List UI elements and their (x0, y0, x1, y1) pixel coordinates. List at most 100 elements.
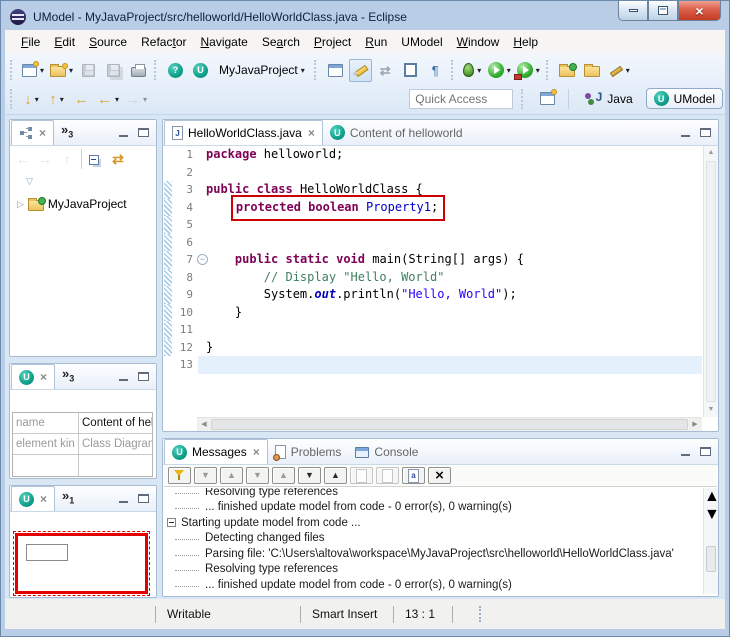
tab-properties[interactable]: U× (11, 364, 55, 389)
menu-navigate[interactable]: Navigate (193, 32, 254, 52)
menu-refactor[interactable]: Refactor (134, 32, 193, 52)
scroll-down-icon[interactable]: ▼ (704, 506, 719, 523)
scrollbar-thumb[interactable] (706, 546, 716, 572)
prev-error-button[interactable]: ▼ (298, 467, 321, 484)
tab-overflow[interactable]: »3 (61, 125, 73, 140)
link-with-editor-button[interactable]: ⇄ (108, 149, 128, 169)
next-error-button[interactable]: ▲ (324, 467, 347, 484)
menu-project[interactable]: Project (307, 32, 358, 52)
minimize-button[interactable] (618, 1, 648, 21)
perspective-java-button[interactable]: J Java (577, 88, 640, 109)
overview-viewport-rect[interactable] (15, 533, 148, 594)
collapse-all-button[interactable] (86, 149, 106, 169)
open-model-folder-button[interactable] (556, 59, 579, 82)
print-button[interactable] (127, 59, 150, 82)
menu-search[interactable]: Search (255, 32, 307, 52)
scroll-up-icon[interactable]: ▲ (704, 488, 719, 505)
next-warning-button[interactable]: ▲ (272, 467, 295, 484)
line-number[interactable]: 1 (172, 146, 198, 164)
prev-message-button[interactable]: ▼ (194, 467, 217, 484)
menu-source[interactable]: Source (82, 32, 134, 52)
copy-as-text-button[interactable]: a (402, 467, 425, 484)
menu-run[interactable]: Run (358, 32, 394, 52)
maximize-view-button[interactable] (138, 372, 149, 381)
show-source-button[interactable] (399, 59, 422, 82)
copy-all-button[interactable] (376, 467, 399, 484)
menu-help[interactable]: Help (506, 32, 545, 52)
messages-vertical-scrollbar[interactable]: ▲ ▼ (703, 488, 718, 594)
tab-console[interactable]: Console (348, 439, 425, 464)
log-row[interactable]: ... finished update model from code - 0 … (164, 500, 702, 516)
back-history-button[interactable]: ←▾ (95, 88, 121, 111)
line-number[interactable]: 4 (172, 199, 198, 217)
line-number[interactable]: 12 (172, 339, 198, 357)
mark-occurrences-button[interactable] (349, 59, 372, 82)
menu-file[interactable]: File (14, 32, 47, 52)
tree-expand-icon[interactable]: ▷ (17, 199, 24, 210)
menu-umodel[interactable]: UModel (394, 32, 449, 52)
tab-content-of-helloworld[interactable]: UContent of helloworld (323, 120, 470, 145)
tab-helloworldclass-java[interactable]: JHelloWorldClass.java× (164, 120, 323, 145)
line-number[interactable]: 7 (172, 251, 198, 269)
minimize-view-button[interactable] (681, 129, 691, 137)
tab-messages[interactable]: UMessages× (164, 439, 268, 464)
maximize-view-button[interactable] (138, 128, 149, 137)
clear-log-button[interactable]: × (428, 467, 451, 484)
tree-item-myjavaproject[interactable]: ▷ MyJavaProject (10, 197, 156, 211)
tab-overflow[interactable]: »1 (62, 491, 74, 506)
property-row[interactable]: nameContent of hello (13, 413, 152, 434)
tab-overview[interactable]: U× (11, 486, 55, 511)
tab-close-icon[interactable]: × (40, 492, 47, 506)
close-button[interactable]: × (678, 1, 721, 21)
filter-button[interactable] (168, 467, 191, 484)
menu-edit[interactable]: Edit (47, 32, 82, 52)
maximize-view-button[interactable] (138, 494, 149, 503)
line-number[interactable]: 10 (172, 304, 198, 322)
menu-window[interactable]: Window (450, 32, 507, 52)
save-all-button[interactable] (102, 59, 125, 82)
new-java-element-button[interactable]: ▾ (48, 59, 75, 82)
nav-back-button[interactable]: ← (13, 149, 33, 169)
log-row[interactable]: Detecting changed files (164, 531, 702, 547)
messages-list[interactable]: Resolving type references... finished up… (164, 488, 702, 594)
fold-collapse-icon[interactable]: − (197, 254, 208, 265)
next-message-button[interactable]: ▲ (220, 467, 243, 484)
view-menu-icon[interactable]: ▽ (26, 176, 156, 187)
collapse-expander-icon[interactable] (167, 518, 176, 527)
log-row[interactable]: Resolving type references (164, 488, 702, 500)
tab-close-icon[interactable]: × (40, 370, 47, 384)
editor-horizontal-scrollbar[interactable]: ◀ ▶ (197, 417, 702, 431)
debug-button[interactable]: ▾ (461, 59, 484, 82)
quick-access-input[interactable] (409, 89, 513, 109)
prev-warning-button[interactable]: ▼ (246, 467, 269, 484)
line-number[interactable]: 8 (172, 269, 198, 287)
open-folder-button[interactable] (581, 59, 604, 82)
new-wizard-button[interactable]: ▾ (20, 59, 46, 82)
scroll-right-icon[interactable]: ▶ (688, 418, 702, 431)
nav-up-button[interactable]: ↑ (57, 149, 77, 169)
minimize-view-button[interactable] (119, 495, 129, 503)
scrollbar-thumb[interactable] (706, 161, 716, 402)
minimize-view-button[interactable] (119, 373, 129, 381)
prev-annotation-button[interactable]: ↑▾ (45, 88, 68, 111)
tab-problems[interactable]: Problems (268, 439, 349, 464)
copy-selected-button[interactable] (350, 467, 373, 484)
code-editor-area[interactable]: 1package helloworld;23public class Hello… (164, 146, 702, 417)
minimize-view-button[interactable] (119, 129, 129, 137)
log-row[interactable]: Starting update model from code ... (164, 515, 702, 531)
tab-overflow[interactable]: »3 (62, 369, 74, 384)
nav-forward-button[interactable]: → (35, 149, 55, 169)
tab-close-icon[interactable]: × (308, 126, 315, 140)
save-button[interactable] (77, 59, 100, 82)
run-button[interactable]: ▾ (486, 59, 513, 82)
restore-button[interactable] (648, 1, 678, 21)
line-number[interactable]: 6 (172, 234, 198, 252)
line-number[interactable]: 11 (172, 321, 198, 339)
project-combo[interactable]: MyJavaProject▾ (213, 59, 311, 81)
open-perspective-button[interactable] (536, 87, 559, 110)
scroll-left-icon[interactable]: ◀ (197, 418, 211, 431)
line-number[interactable]: 9 (172, 286, 198, 304)
run-external-tools-button[interactable]: ▾ (515, 59, 542, 82)
maximize-view-button[interactable] (700, 447, 711, 456)
umodel-project-button[interactable]: U (189, 59, 212, 82)
